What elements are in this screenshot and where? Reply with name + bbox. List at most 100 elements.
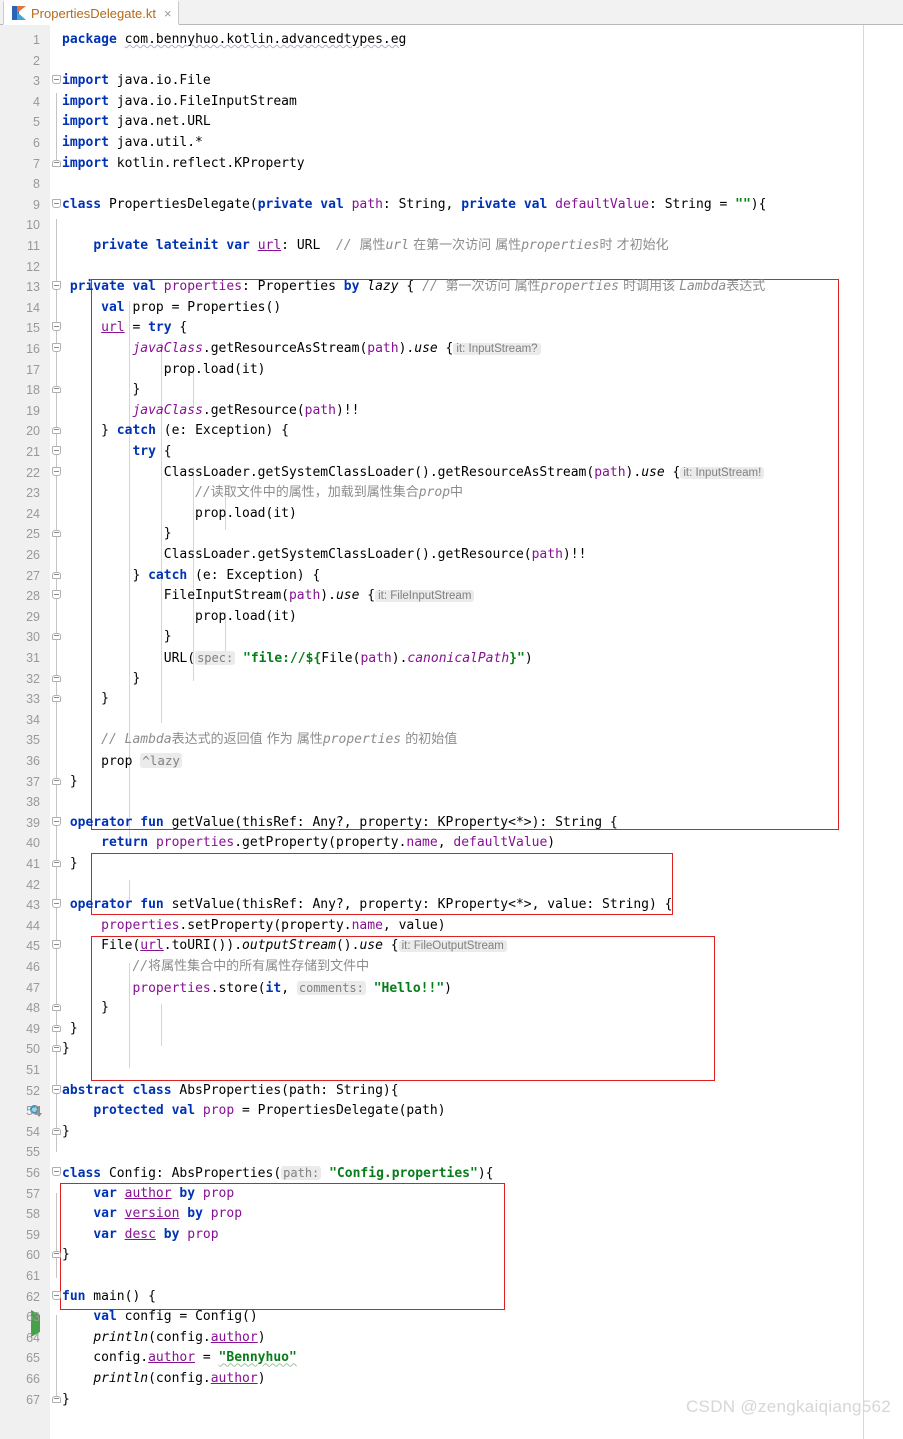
code-line[interactable]: 18 }: [0, 380, 903, 401]
fold-toggle[interactable]: [51, 71, 62, 92]
fold-toggle[interactable]: [51, 1390, 62, 1411]
fold-toggle[interactable]: [51, 689, 62, 710]
fold-toggle[interactable]: [51, 277, 62, 298]
code-line[interactable]: 43 operator fun setValue(thisRef: Any?, …: [0, 895, 903, 916]
fold-toggle[interactable]: [51, 442, 62, 463]
code-line[interactable]: 35 // Lambda表达式的返回值 作为 属性properties 的初始值: [0, 730, 903, 751]
code-line[interactable]: 63 val config = Config(): [0, 1307, 903, 1328]
code-line[interactable]: 4 import java.io.FileInputStream: [0, 92, 903, 113]
code-line[interactable]: 42: [0, 875, 903, 896]
code-line[interactable]: 50 }: [0, 1039, 903, 1060]
fold-toggle[interactable]: [51, 318, 62, 339]
code-line[interactable]: 6 import java.util.*: [0, 133, 903, 154]
fold-toggle[interactable]: [51, 1245, 62, 1266]
code-line[interactable]: 30 }: [0, 627, 903, 648]
code-line[interactable]: 19 javaClass.getResource(path)!!: [0, 401, 903, 422]
fold-toggle[interactable]: [51, 895, 62, 916]
code-line[interactable]: 41 }: [0, 854, 903, 875]
fold-toggle[interactable]: [51, 627, 62, 648]
fold-toggle[interactable]: [51, 1081, 62, 1102]
fold-toggle[interactable]: [51, 154, 62, 175]
code-line[interactable]: 49 }: [0, 1019, 903, 1040]
code-line[interactable]: 38: [0, 792, 903, 813]
code-line[interactable]: 44 properties.setProperty(property.name,…: [0, 916, 903, 937]
code-line[interactable]: 27 } catch (e: Exception) {: [0, 566, 903, 587]
code-line[interactable]: 52 abstract class AbsProperties(path: St…: [0, 1081, 903, 1102]
fold-toggle[interactable]: [51, 1019, 62, 1040]
code-line[interactable]: 8: [0, 174, 903, 195]
fold-toggle[interactable]: [51, 669, 62, 690]
code-line[interactable]: 64 println(config.author): [0, 1328, 903, 1349]
code-line[interactable]: 9 class PropertiesDelegate(private val p…: [0, 195, 903, 216]
code-line[interactable]: 48 }: [0, 998, 903, 1019]
code-line[interactable]: 11 private lateinit var url: URL // 属性ur…: [0, 236, 903, 257]
fold-toggle[interactable]: [51, 566, 62, 587]
fold-toggle[interactable]: [51, 380, 62, 401]
code-line[interactable]: 31 URL(spec: "file://${File(path).canoni…: [0, 648, 903, 669]
fold-toggle[interactable]: [51, 813, 62, 834]
code-line[interactable]: 23 //读取文件中的属性，加载到属性集合prop中: [0, 483, 903, 504]
fold-toggle[interactable]: [51, 421, 62, 442]
fold-toggle[interactable]: [51, 936, 62, 957]
code-line[interactable]: 40 return properties.getProperty(propert…: [0, 833, 903, 854]
code-line[interactable]: 46 //将属性集合中的所有属性存储到文件中: [0, 957, 903, 978]
fold-toggle[interactable]: [51, 463, 62, 484]
code-line[interactable]: 37 }: [0, 772, 903, 793]
code-line[interactable]: 28 FileInputStream(path).use {it: FileIn…: [0, 586, 903, 607]
code-line[interactable]: 7 import kotlin.reflect.KProperty: [0, 154, 903, 175]
code-line[interactable]: 53 protected val prop = PropertiesDelega…: [0, 1101, 903, 1122]
fold-toggle[interactable]: [51, 524, 62, 545]
code-line[interactable]: 17 prop.load(it): [0, 360, 903, 381]
code-line[interactable]: 15 url = try {: [0, 318, 903, 339]
fold-toggle[interactable]: [51, 1287, 62, 1308]
fold-toggle[interactable]: [51, 854, 62, 875]
code-line[interactable]: 47 properties.store(it, comments: "Hello…: [0, 978, 903, 999]
code-line[interactable]: 2: [0, 51, 903, 72]
code-line[interactable]: 66 println(config.author): [0, 1369, 903, 1390]
code-line[interactable]: 60 }: [0, 1245, 903, 1266]
code-line[interactable]: 59 var desc by prop: [0, 1225, 903, 1246]
code-line[interactable]: 12: [0, 257, 903, 278]
fold-toggle[interactable]: [51, 1039, 62, 1060]
fold-toggle[interactable]: [51, 772, 62, 793]
fold-toggle[interactable]: [51, 998, 62, 1019]
fold-toggle[interactable]: [51, 586, 62, 607]
code-line[interactable]: 34: [0, 710, 903, 731]
code-line[interactable]: 5 import java.net.URL: [0, 112, 903, 133]
code-line[interactable]: 51: [0, 1060, 903, 1081]
code-editor[interactable]: 1 package com.bennyhuo.kotlin.advancedty…: [0, 25, 903, 1439]
code-line[interactable]: 39 operator fun getValue(thisRef: Any?, …: [0, 813, 903, 834]
code-line[interactable]: 61: [0, 1266, 903, 1287]
code-line[interactable]: 20 } catch (e: Exception) {: [0, 421, 903, 442]
code-line[interactable]: 57 var author by prop: [0, 1184, 903, 1205]
close-icon[interactable]: ×: [164, 7, 172, 20]
fold-toggle[interactable]: [51, 195, 62, 216]
code-line[interactable]: 3 import java.io.File: [0, 71, 903, 92]
code-line[interactable]: 29 prop.load(it): [0, 607, 903, 628]
code-line[interactable]: 54 }: [0, 1122, 903, 1143]
fold-toggle[interactable]: [51, 1163, 62, 1184]
code-line[interactable]: 10: [0, 215, 903, 236]
code-line[interactable]: 22 ClassLoader.getSystemClassLoader().ge…: [0, 463, 903, 484]
code-line[interactable]: 56 class Config: AbsProperties(path: "Co…: [0, 1163, 903, 1184]
code-line[interactable]: 65 config.author = "Bennyhuo": [0, 1348, 903, 1369]
editor-tab-propertiesdelegate[interactable]: PropertiesDelegate.kt ×: [3, 0, 179, 25]
fold-toggle[interactable]: [51, 1122, 62, 1143]
line-number: 12: [26, 259, 40, 274]
code-line[interactable]: 13 private val properties: Properties by…: [0, 277, 903, 298]
code-line[interactable]: 24 prop.load(it): [0, 504, 903, 525]
code-line[interactable]: 36 prop ^lazy: [0, 751, 903, 772]
code-line[interactable]: 25 }: [0, 524, 903, 545]
code-line[interactable]: 62 fun main() {: [0, 1287, 903, 1308]
fold-toggle[interactable]: [51, 339, 62, 360]
code-line[interactable]: 21 try {: [0, 442, 903, 463]
code-line[interactable]: 1 package com.bennyhuo.kotlin.advancedty…: [0, 30, 903, 51]
code-line[interactable]: 32 }: [0, 669, 903, 690]
code-line[interactable]: 16 javaClass.getResourceAsStream(path).u…: [0, 339, 903, 360]
code-line[interactable]: 45 File(url.toURI()).outputStream().use …: [0, 936, 903, 957]
code-line[interactable]: 14 val prop = Properties(): [0, 298, 903, 319]
code-line[interactable]: 58 var version by prop: [0, 1204, 903, 1225]
code-line[interactable]: 33 }: [0, 689, 903, 710]
code-line[interactable]: 55: [0, 1142, 903, 1163]
code-line[interactable]: 26 ClassLoader.getSystemClassLoader().ge…: [0, 545, 903, 566]
